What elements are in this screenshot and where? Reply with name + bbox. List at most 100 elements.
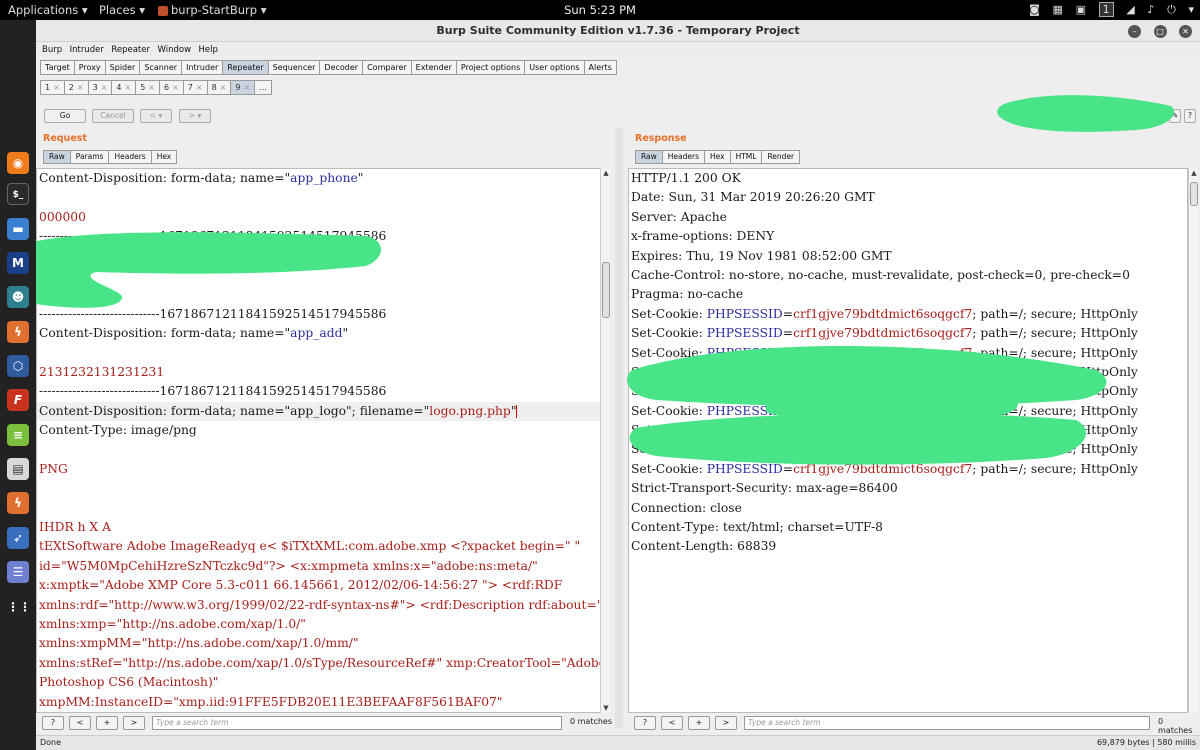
tab-alerts[interactable]: Alerts [583,60,617,75]
tab-target[interactable]: Target [40,60,75,75]
search-options-button[interactable]: + [96,716,118,730]
response-tab-hex[interactable]: Hex [704,150,731,164]
edit-target-icon[interactable]: ✎ [1169,109,1181,123]
search-help-button[interactable]: ? [634,716,656,730]
menu-intruder[interactable]: Intruder [70,45,104,55]
new-repeater-tab[interactable]: ... [254,80,272,95]
workspace-grid-icon[interactable]: ▦ [1053,3,1063,16]
repeater-tab[interactable]: 8 × [206,80,232,95]
tab-repeater[interactable]: Repeater [222,60,269,75]
tab-extender[interactable]: Extender [410,60,457,75]
repeater-tab[interactable]: 1 × [40,80,65,95]
request-scrollbar[interactable]: ▲ ▼ [600,168,610,713]
search-help-button[interactable]: ? [42,716,64,730]
camera-icon[interactable]: ◙ [1029,3,1040,16]
response-tab-render[interactable]: Render [761,150,801,164]
back-button[interactable]: < ▾ [140,109,172,123]
firefox-icon[interactable]: ◉ [7,152,29,174]
close-icon[interactable]: × [53,83,60,92]
request-scroll-thumb[interactable] [602,262,610,318]
tab-intruder[interactable]: Intruder [181,60,224,75]
close-icon[interactable]: × [77,83,84,92]
request-tab-hex[interactable]: Hex [150,150,178,164]
repeater-tab[interactable]: 5 × [135,80,160,95]
display-icon[interactable]: ▣ [1076,3,1086,16]
search-next-button[interactable]: > [715,716,737,730]
request-tab-params[interactable]: Params [69,150,110,164]
close-icon[interactable]: × [148,83,155,92]
cancel-button[interactable]: Cancel [92,109,134,123]
editor-text: ; path=/; secure; HttpOnly [972,384,1138,399]
request-search-input[interactable]: Type a search term [152,716,562,730]
show-apps-icon[interactable]: ⋮⋮ [7,596,31,618]
close-icon[interactable]: ✕ [1179,25,1192,38]
close-icon[interactable]: × [243,83,250,92]
maximize-icon[interactable]: □ [1153,25,1167,38]
response-tab-headers[interactable]: Headers [661,150,705,164]
pane-splitter[interactable] [615,128,623,728]
repeater-tab[interactable]: 4 × [111,80,137,95]
menu-repeater[interactable]: Repeater [111,45,150,55]
network-icon[interactable]: ◢ [1126,3,1134,16]
leafpad-icon[interactable]: ≡ [7,424,29,446]
response-scroll-thumb[interactable] [1190,182,1198,206]
armitage-icon[interactable]: ☻ [7,286,29,308]
volume-icon[interactable]: ♪ [1147,3,1154,16]
tab-comparer[interactable]: Comparer [362,60,412,75]
editor-text: = [782,403,794,418]
response-tab-html[interactable]: HTML [729,150,763,164]
request-tab-raw[interactable]: Raw [43,150,71,164]
menu-burp[interactable]: Burp [42,45,62,55]
search-prev-button[interactable]: < [69,716,91,730]
menu-window[interactable]: Window [158,45,192,55]
help-icon[interactable]: ? [1184,109,1196,123]
menu-help[interactable]: Help [199,45,218,55]
tab-spider[interactable]: Spider [104,60,141,75]
tab-user-options[interactable]: User options [524,60,585,75]
editor-text: Content-Type: text/html; charset=UTF-8 [631,520,883,535]
scroll-up-icon[interactable]: ▲ [1189,169,1199,177]
repeater-tab[interactable]: 6 × [158,80,184,95]
tab-decoder[interactable]: Decoder [319,60,364,75]
maltego-icon[interactable]: ⬡ [7,355,29,377]
metasploit-icon[interactable]: M [7,252,29,274]
workspace-indicator[interactable]: 1 [1098,2,1114,17]
kali-dragon-icon[interactable]: ➶ [7,527,29,549]
faraday-icon[interactable]: F [7,389,29,411]
tab-sequencer[interactable]: Sequencer [267,60,321,75]
repeater-tab-active[interactable]: 9 × [230,80,256,95]
forward-button[interactable]: > ▾ [179,109,211,123]
cherrytree-icon[interactable]: ▤ [7,458,29,480]
terminal-icon[interactable]: $_ [7,183,29,205]
search-next-button[interactable]: > [123,716,145,730]
request-editor[interactable]: Content-Disposition: form-data; name="ap… [36,168,602,713]
chevron-down-icon[interactable]: ▾ [1188,3,1194,16]
burp-suite-icon[interactable]: ϟ [7,492,29,514]
text-editor-icon[interactable]: ☰ [7,561,29,583]
response-scrollbar[interactable]: ▲ [1188,168,1198,713]
search-options-button[interactable]: + [688,716,710,730]
response-editor[interactable]: HTTP/1.1 200 OK Date: Sun, 31 Mar 2019 20… [628,168,1188,713]
tab-scanner[interactable]: Scanner [139,60,183,75]
go-button[interactable]: Go [44,109,86,123]
response-search-input[interactable]: Type a search term [744,716,1150,730]
close-icon[interactable]: × [124,83,131,92]
power-icon[interactable]: ⏻ [1167,3,1176,17]
tab-project-options[interactable]: Project options [455,60,526,75]
close-icon[interactable]: × [101,83,108,92]
scroll-up-icon[interactable]: ▲ [601,169,611,177]
scroll-down-icon[interactable]: ▼ [601,704,611,712]
burp-icon[interactable]: ϟ [7,321,29,343]
close-icon[interactable]: × [196,83,203,92]
repeater-tab[interactable]: 7 × [182,80,208,95]
tab-proxy[interactable]: Proxy [73,60,106,75]
search-prev-button[interactable]: < [661,716,683,730]
repeater-tab[interactable]: 2 × [63,80,89,95]
request-tab-headers[interactable]: Headers [108,150,152,164]
close-icon[interactable]: × [220,83,227,92]
files-icon[interactable]: ▬ [7,218,29,240]
repeater-tab[interactable]: 3 × [87,80,113,95]
minimize-icon[interactable]: – [1128,25,1141,38]
close-icon[interactable]: × [172,83,179,92]
response-tab-raw[interactable]: Raw [635,150,663,164]
